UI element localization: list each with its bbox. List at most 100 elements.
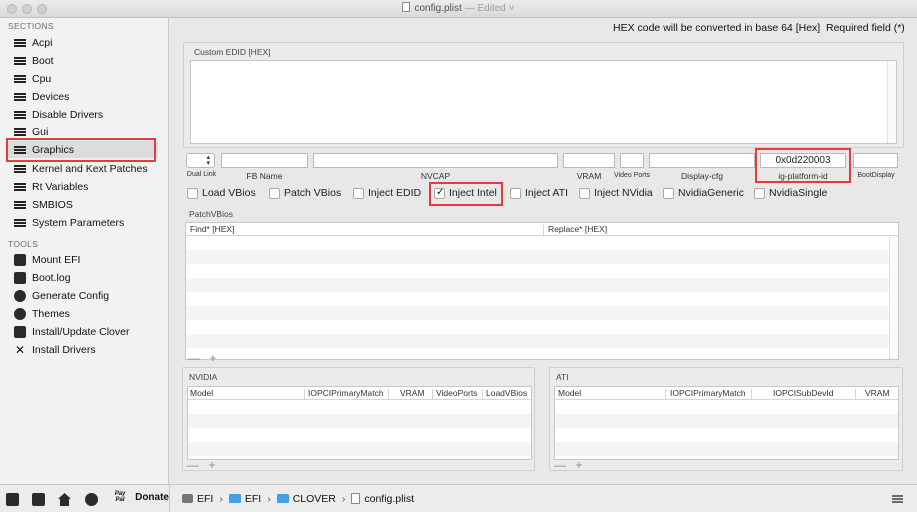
list-icon (14, 73, 26, 85)
sidebar-item-smbios[interactable]: SMBIOS (14, 196, 164, 213)
column-header-model[interactable]: Model (190, 388, 213, 398)
column-header-vram[interactable]: VRAM (400, 388, 425, 398)
checkbox-box (187, 187, 198, 199)
sidebar-item-label: Cpu (32, 72, 52, 85)
export-icon[interactable] (32, 493, 45, 506)
checkbox-load-vbios[interactable]: Load VBios (187, 187, 256, 199)
column-header-replace[interactable]: Replace* [HEX] (548, 224, 607, 234)
path-crumb-clover[interactable]: CLOVER (276, 493, 336, 505)
tool-install-update-clover[interactable]: Install/Update Clover (14, 323, 164, 340)
sidebar-item-devices[interactable]: Devices (14, 88, 164, 105)
tool-install-drivers[interactable]: ✕ Install Drivers (14, 341, 164, 358)
table-row (555, 442, 898, 456)
column-header-vram[interactable]: VRAM (865, 388, 890, 398)
column-divider (388, 389, 389, 399)
column-divider (751, 389, 752, 399)
list-icon (14, 55, 26, 67)
display-cfg-input[interactable] (649, 153, 755, 168)
donate-button[interactable]: Pay Pal Donate (110, 491, 169, 503)
sidebar-item-label: System Parameters (32, 216, 125, 229)
file-icon (351, 493, 361, 504)
fb-name-input[interactable] (221, 153, 308, 168)
table-header: Model IOPCIPrimaryMatch VRAM VideoPorts … (188, 387, 531, 400)
checkbox-label: NvidiaSingle (769, 187, 828, 199)
checkbox-inject-nvidia[interactable]: Inject NVidia (579, 187, 653, 199)
path-crumb-config-plist[interactable]: config.plist (351, 493, 414, 505)
path-separator: › (341, 492, 346, 505)
column-header-video-ports[interactable]: VideoPorts (436, 388, 477, 398)
custom-edid-label: Custom EDID [HEX] (194, 47, 271, 57)
dual-link-stepper[interactable]: ▴ ▾ (186, 153, 215, 168)
patch-vbios-add-remove-buttons[interactable]: — + (188, 351, 219, 365)
paypal-icon: Pay Pal (114, 491, 126, 503)
crumb-label: EFI (244, 492, 262, 505)
checkbox-label: Inject EDID (368, 187, 422, 199)
nvcap-input[interactable] (313, 153, 558, 168)
sidebar-item-gui[interactable]: Gui (14, 123, 164, 140)
table-header: Find* [HEX] Replace* [HEX] (186, 223, 898, 236)
sidebar-item-disable-drivers[interactable]: Disable Drivers (14, 106, 164, 123)
edited-indicator[interactable]: — Edited ˅ (465, 3, 515, 14)
graphics-highlight-box (6, 138, 156, 162)
table-row (555, 414, 898, 428)
import-icon[interactable] (6, 493, 19, 506)
ati-add-remove-buttons[interactable]: — + (554, 458, 585, 472)
boot-display-input[interactable] (853, 153, 898, 168)
sidebar-item-label: Acpi (32, 36, 53, 49)
tool-boot-log[interactable]: Boot.log (14, 269, 164, 286)
patch-vbios-label: PatchVBios (189, 209, 233, 219)
sidebar-item-boot[interactable]: Boot (14, 52, 164, 69)
sidebar-item-rt-variables[interactable]: Rt Variables (14, 178, 164, 195)
sidebar-item-label: SMBIOS (32, 198, 73, 211)
column-header-iopci-primary-match[interactable]: IOPCIPrimaryMatch (670, 388, 746, 398)
log-icon (14, 271, 26, 284)
menu-icon[interactable] (892, 495, 903, 497)
sidebar-item-label: Disable Drivers (32, 108, 104, 121)
tool-themes[interactable]: Themes (14, 305, 164, 322)
column-divider (665, 389, 666, 399)
tool-generate-config[interactable]: Generate Config (14, 287, 164, 304)
column-header-load-vbios[interactable]: LoadVBios (486, 388, 527, 398)
nvidia-add-remove-buttons[interactable]: — + (187, 458, 218, 472)
nvidia-table[interactable]: Model IOPCIPrimaryMatch VRAM VideoPorts … (187, 386, 532, 460)
sidebar-item-label: Gui (32, 125, 49, 138)
column-header-model[interactable]: Model (558, 388, 581, 398)
video-ports-input[interactable] (620, 153, 644, 168)
vram-input[interactable] (563, 153, 615, 168)
checkbox-nvidia-generic[interactable]: NvidiaGeneric (663, 187, 744, 199)
ati-table[interactable]: Model IOPCIPrimaryMatch IOPCISubDevId VR… (554, 386, 899, 460)
tool-label: Themes (32, 307, 70, 320)
ati-panel: ATI Model IOPCIPrimaryMatch IOPCISubDevI… (549, 367, 903, 472)
checkbox-patch-vbios[interactable]: Patch VBios (269, 187, 341, 199)
sidebar-item-cpu[interactable]: Cpu (14, 70, 164, 87)
patch-vbios-table[interactable]: Find* [HEX] Replace* [HEX] (185, 222, 899, 360)
title-bar: config.plist — Edited ˅ (0, 0, 917, 18)
sidebar-item-label: Rt Variables (32, 180, 89, 193)
tool-mount-efi[interactable]: Mount EFI (14, 251, 164, 268)
custom-edid-textarea[interactable] (190, 60, 897, 144)
column-divider (855, 389, 856, 399)
sidebar-item-acpi[interactable]: Acpi (14, 34, 164, 51)
checkbox-nvidia-single[interactable]: NvidiaSingle (754, 187, 827, 199)
inject-intel-highlight-box (429, 182, 503, 206)
column-header-find[interactable]: Find* [HEX] (190, 224, 234, 234)
patch-vbios-scrollbar[interactable] (889, 236, 898, 359)
table-header: Model IOPCIPrimaryMatch IOPCISubDevId VR… (555, 387, 898, 400)
home-icon[interactable] (58, 493, 71, 506)
list-icon (14, 199, 26, 211)
path-crumb-efi-folder[interactable]: EFI (228, 492, 262, 505)
sidebar-item-kernel-kext-patches[interactable]: Kernel and Kext Patches (14, 160, 164, 177)
column-header-iopci-sub-dev-id[interactable]: IOPCISubDevId (773, 388, 833, 398)
path-crumb-efi-volume[interactable]: EFI (182, 493, 213, 505)
share-icon[interactable] (85, 493, 98, 506)
checkbox-inject-edid[interactable]: Inject EDID (353, 187, 421, 199)
path-bar: EFI › EFI › CLOVER › config.plist (170, 484, 917, 512)
edid-scrollbar[interactable] (887, 61, 896, 143)
crumb-label: EFI (197, 492, 214, 505)
sidebar-item-system-parameters[interactable]: System Parameters (14, 214, 164, 231)
sidebar: SECTIONS Acpi Boot Cpu Devices Disable D… (0, 18, 169, 484)
checkbox-inject-ati[interactable]: Inject ATI (510, 187, 568, 199)
palette-icon (14, 307, 26, 320)
column-header-iopci-primary-match[interactable]: IOPCIPrimaryMatch (308, 388, 384, 398)
checkbox-box (579, 187, 590, 199)
